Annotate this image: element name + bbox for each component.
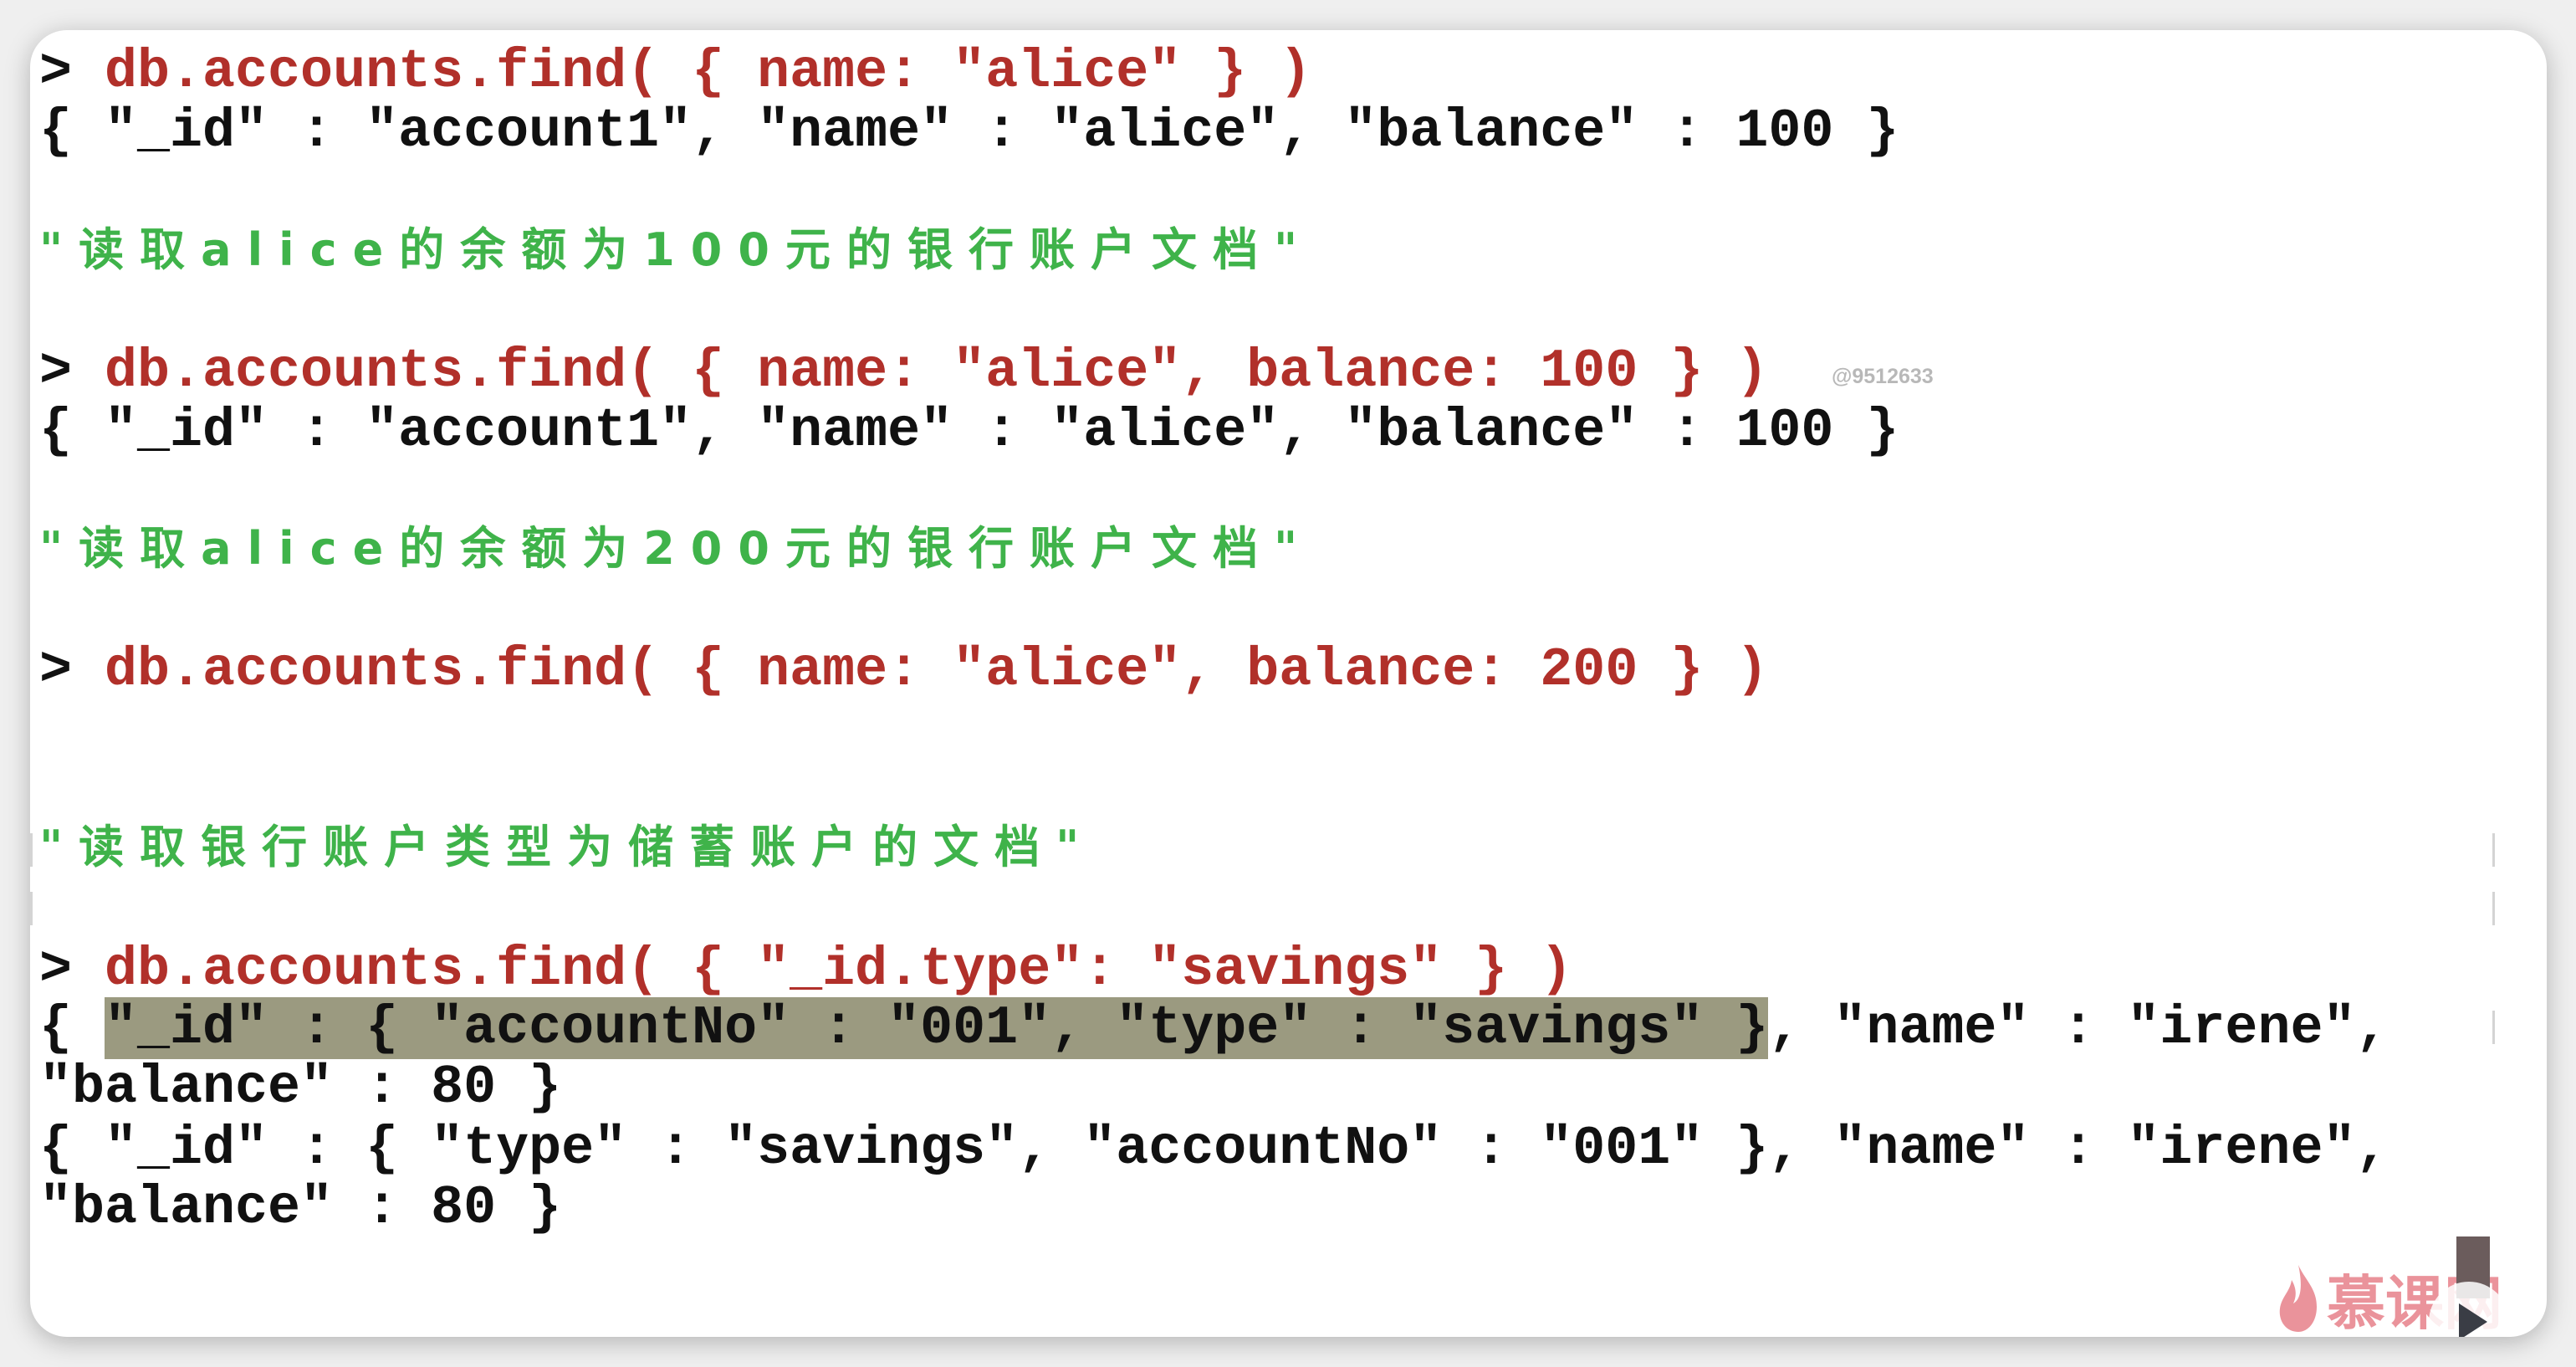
output-line: { "_id" : "account1", "name" : "alice", … [39, 100, 1899, 162]
output-line: { "_id" : "account1", "name" : "alice", … [39, 400, 1899, 462]
prompt: > [39, 639, 73, 701]
prompt: > [39, 41, 73, 103]
bracket-mark [30, 892, 33, 925]
output-line: { "_id" : { "type" : "savings", "account… [39, 1118, 2389, 1180]
command-line: > db.accounts.find( { "_id.type": "savin… [39, 939, 1572, 1000]
output-text: { [39, 997, 105, 1059]
bracket-mark [2492, 833, 2495, 867]
comment-line: "读取银行账户类型为储蓄账户的文档" [39, 821, 1096, 873]
command-line: > db.accounts.find( { name: "alice", bal… [39, 640, 1768, 700]
output-line: "balance" : 80 } [39, 1177, 562, 1239]
output-text: , "name" : "irene", [1768, 997, 2389, 1059]
prompt: > [39, 340, 73, 402]
command-text: db.accounts.find( { name: "alice", balan… [72, 639, 1769, 701]
bracket-mark [2492, 1011, 2495, 1044]
bracket-mark [2492, 892, 2495, 925]
command-text: db.accounts.find( { name: "alice" } ) [72, 41, 1312, 103]
command-line: > db.accounts.find( { name: "alice", bal… [39, 341, 1768, 402]
text-selection-highlight[interactable]: "_id" : { "accountNo" : "001", "type" : … [105, 997, 1769, 1059]
bracket-mark [30, 833, 33, 867]
flame-icon [2279, 1265, 2317, 1332]
output-line: "balance" : 80 } [39, 1057, 562, 1119]
comment-line: "读取alice的余额为200元的银行账户文档" [39, 522, 1314, 575]
output-line: { "_id" : { "accountNo" : "001", "type" … [39, 997, 2389, 1059]
command-text: db.accounts.find( { "_id.type": "savings… [72, 939, 1573, 1001]
command-line: > db.accounts.find( { name: "alice" } ) [39, 42, 1311, 102]
watermark: @9512633 [1832, 365, 1934, 388]
terminal-window: > db.accounts.find( { name: "alice" } ) … [30, 30, 2547, 1337]
prompt: > [39, 939, 73, 1001]
comment-line: "读取alice的余额为100元的银行账户文档" [39, 223, 1314, 276]
command-text: db.accounts.find( { name: "alice", balan… [72, 340, 1769, 402]
